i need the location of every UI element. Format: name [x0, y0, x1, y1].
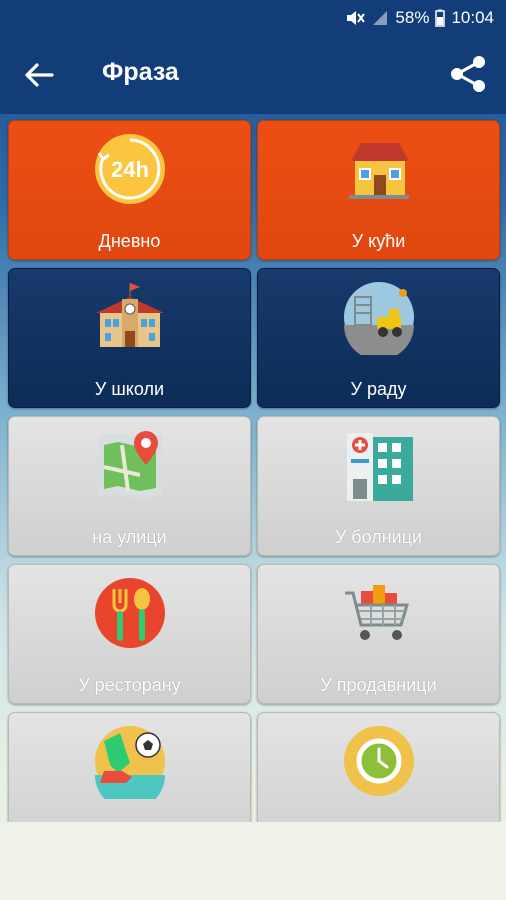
soccer-icon	[94, 726, 165, 799]
clock-icon	[343, 726, 414, 796]
24h-icon: 24h	[94, 134, 165, 204]
hospital-icon	[346, 433, 413, 501]
tile-label: У болници	[334, 527, 423, 547]
fork-spoon-icon	[94, 578, 165, 648]
share-button[interactable]	[448, 54, 488, 94]
shopping-cart-icon	[344, 585, 409, 640]
tile-at-work[interactable]: У раду	[257, 268, 500, 408]
tile-label: У раду	[350, 379, 407, 399]
tile-on-street[interactable]: на улици	[8, 416, 251, 556]
map-pin-icon	[97, 431, 162, 499]
tile-label: У школи	[94, 379, 165, 399]
status-bar: 58% 10:04	[0, 0, 506, 36]
house-icon	[348, 143, 409, 199]
page-title: Фраза	[102, 58, 179, 86]
share-icon	[451, 56, 485, 92]
tile-daily[interactable]: 24h Дневно	[8, 120, 251, 260]
tile-sports[interactable]	[8, 712, 251, 824]
tile-label: У ресторану	[78, 675, 181, 695]
tile-at-school[interactable]: У школи	[8, 268, 251, 408]
tile-label: У продавници	[320, 675, 437, 695]
tile-time[interactable]	[257, 712, 500, 824]
tile-at-store[interactable]: У продавници	[257, 564, 500, 704]
signal-icon	[371, 9, 389, 27]
clock-time: 10:04	[451, 8, 494, 27]
back-button[interactable]	[22, 60, 56, 90]
battery-icon	[435, 9, 446, 27]
battery-percent: 58%	[395, 8, 430, 27]
school-icon	[95, 283, 164, 347]
mute-icon	[345, 9, 366, 27]
tile-label: У кући	[351, 231, 406, 251]
bottom-area	[0, 822, 506, 900]
app-bar: Фраза	[0, 36, 506, 114]
arrow-left-icon	[25, 63, 54, 87]
tile-label: Дневно	[98, 231, 161, 251]
svg-text:24h: 24h	[111, 157, 149, 182]
tile-at-home[interactable]: У кући	[257, 120, 500, 260]
construction-icon	[343, 282, 414, 355]
category-grid: 24h Дневно У кући У школи У раду на улиц…	[0, 114, 506, 824]
tile-label: на улици	[92, 527, 167, 547]
tile-at-restaurant[interactable]: У ресторану	[8, 564, 251, 704]
tile-at-hospital[interactable]: У болници	[257, 416, 500, 556]
